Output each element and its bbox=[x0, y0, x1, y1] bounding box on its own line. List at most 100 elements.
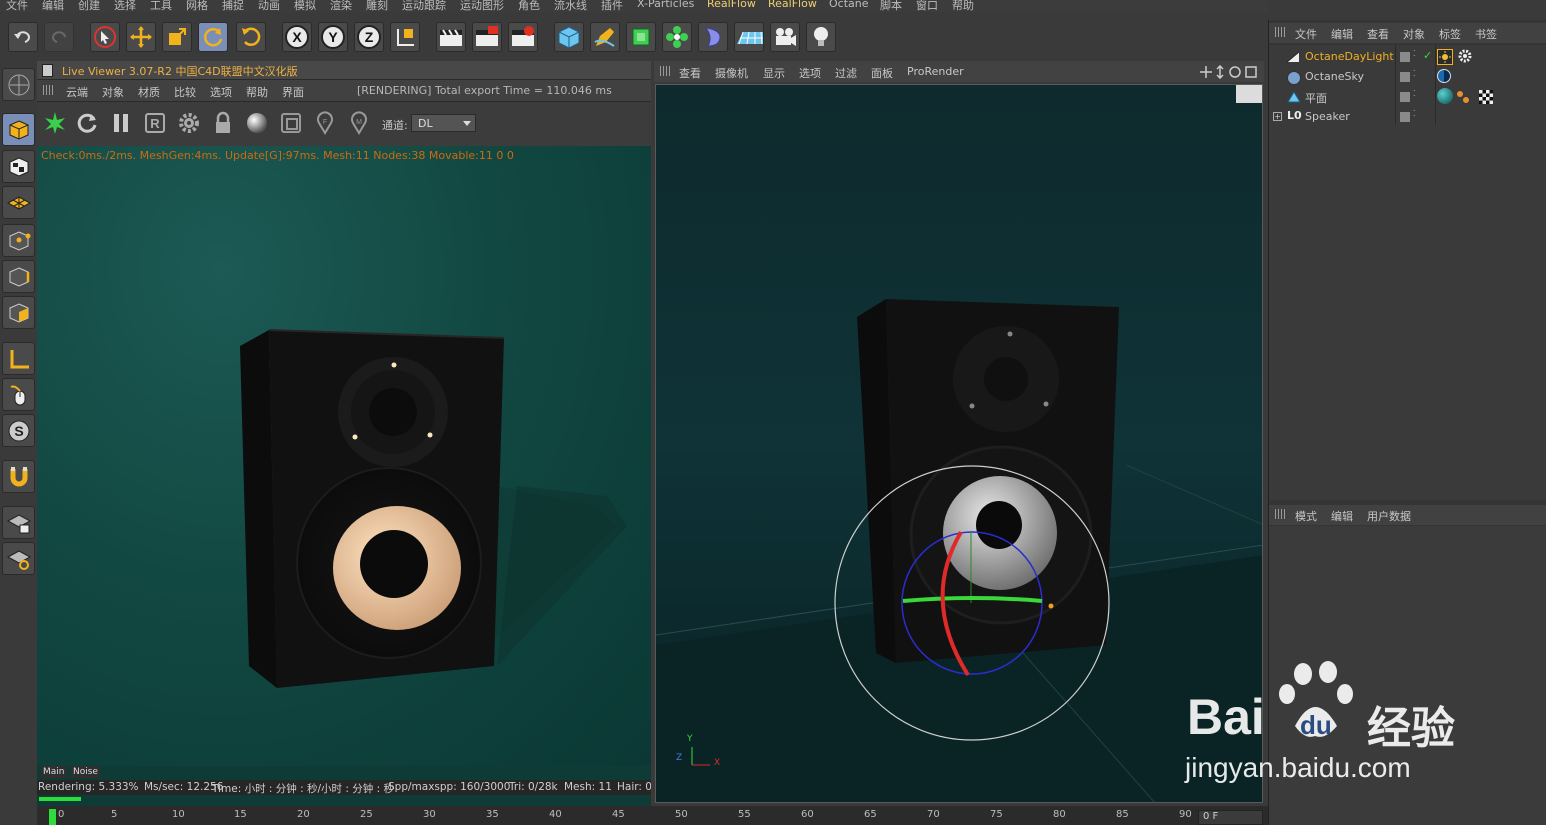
menu-pipeline[interactable]: 流水线 bbox=[554, 0, 587, 12]
lv-menu-cloud[interactable]: 云端 bbox=[66, 84, 88, 100]
grip-icon[interactable] bbox=[660, 66, 670, 76]
current-frame-field[interactable]: 0 F bbox=[1198, 810, 1263, 825]
vp-menu-filter[interactable]: 过滤 bbox=[835, 65, 857, 81]
menu-plugins[interactable]: 插件 bbox=[601, 0, 623, 12]
vp-menu-options[interactable]: 选项 bbox=[799, 65, 821, 81]
recent-tool-icon[interactable] bbox=[236, 22, 266, 52]
lock-icon[interactable] bbox=[209, 109, 237, 137]
menu-script[interactable]: 脚本 bbox=[880, 0, 902, 12]
menu-edit[interactable]: 编辑 bbox=[42, 0, 64, 12]
attr-menu-mode[interactable]: 模式 bbox=[1295, 508, 1317, 524]
edges-mode-icon[interactable] bbox=[2, 260, 35, 293]
object-row-octanedaylight[interactable]: OctaneDayLight ⁚ ✓ bbox=[1269, 47, 1546, 67]
menu-octane[interactable]: Octane bbox=[829, 0, 869, 10]
pause-render-icon[interactable] bbox=[107, 109, 135, 137]
menu-render[interactable]: 渲染 bbox=[330, 0, 352, 12]
attr-menu-userdata[interactable]: 用户数据 bbox=[1367, 508, 1411, 524]
menu-animate[interactable]: 动画 bbox=[258, 0, 280, 12]
x-axis-icon[interactable]: X bbox=[282, 22, 312, 52]
menu-x-particles[interactable]: X-Particles bbox=[637, 0, 694, 10]
playhead[interactable] bbox=[49, 809, 56, 825]
light-icon[interactable] bbox=[806, 22, 836, 52]
vp-menu-cameras[interactable]: 摄像机 bbox=[715, 65, 748, 81]
floor-icon[interactable] bbox=[734, 22, 764, 52]
render-picture-viewer-icon[interactable] bbox=[472, 22, 502, 52]
move-icon[interactable] bbox=[126, 22, 156, 52]
menu-mesh[interactable]: 网格 bbox=[186, 0, 208, 12]
menu-snap[interactable]: 捕捉 bbox=[222, 0, 244, 12]
cloner-icon[interactable] bbox=[662, 22, 692, 52]
undo-icon[interactable] bbox=[8, 22, 38, 52]
make-editable-icon[interactable] bbox=[2, 68, 35, 101]
visibility-dots-icon[interactable]: ⁚ bbox=[1413, 89, 1416, 98]
camera-icon[interactable] bbox=[770, 22, 800, 52]
render-view-icon[interactable] bbox=[436, 22, 466, 52]
checkmark-icon[interactable]: ✓ bbox=[1423, 49, 1432, 62]
channel-select[interactable]: DL bbox=[411, 114, 476, 132]
gear-tag-icon[interactable] bbox=[1458, 49, 1472, 63]
menu-motion-tracking[interactable]: 运动跟踪 bbox=[402, 0, 446, 12]
live-select-icon[interactable] bbox=[90, 22, 120, 52]
object-row-plane[interactable]: 平面 ⁚ bbox=[1269, 87, 1546, 107]
viewport-3d[interactable]: Y Z X bbox=[655, 84, 1263, 803]
menu-select[interactable]: 选择 bbox=[114, 0, 136, 12]
region-render-icon[interactable]: R bbox=[141, 109, 169, 137]
om-menu-bookmarks[interactable]: 书签 bbox=[1475, 26, 1497, 42]
layer-icon[interactable] bbox=[1400, 92, 1410, 102]
lv-menu-help[interactable]: 帮助 bbox=[246, 84, 268, 100]
attr-menu-edit[interactable]: 编辑 bbox=[1331, 508, 1353, 524]
grip-icon[interactable] bbox=[1275, 509, 1285, 519]
expand-plus-icon[interactable]: + bbox=[1273, 112, 1282, 121]
object-row-octanesky[interactable]: OctaneSky ⁚ bbox=[1269, 67, 1546, 87]
restart-render-icon[interactable] bbox=[73, 109, 101, 137]
menu-help[interactable]: 帮助 bbox=[952, 0, 974, 12]
live-viewer-render[interactable] bbox=[37, 146, 651, 766]
menu-window[interactable]: 窗口 bbox=[916, 0, 938, 12]
texture-tag-icon[interactable] bbox=[1457, 91, 1469, 103]
axis-mode-icon[interactable] bbox=[2, 342, 35, 375]
workplane-lock-icon[interactable] bbox=[2, 506, 35, 539]
rotate-icon[interactable] bbox=[198, 22, 228, 52]
focus-picker-icon[interactable]: F bbox=[311, 109, 339, 137]
lv-menu-interface[interactable]: 界面 bbox=[282, 84, 304, 100]
om-menu-file[interactable]: 文件 bbox=[1295, 26, 1317, 42]
om-menu-edit[interactable]: 编辑 bbox=[1331, 26, 1353, 42]
lv-menu-objects[interactable]: 对象 bbox=[102, 84, 124, 100]
texture-mode-icon[interactable] bbox=[2, 150, 35, 183]
menu-file[interactable]: 文件 bbox=[6, 0, 28, 12]
deformer-icon[interactable] bbox=[698, 22, 728, 52]
pen-icon[interactable] bbox=[590, 22, 620, 52]
pass-tab-noise[interactable]: Noise bbox=[71, 766, 100, 778]
visibility-dots-icon[interactable]: ⁚ bbox=[1413, 49, 1416, 58]
object-row-speaker[interactable]: + L0 Speaker ⁚ bbox=[1269, 107, 1546, 127]
sun-tag-icon[interactable] bbox=[1437, 49, 1453, 65]
render-settings-icon[interactable] bbox=[508, 22, 538, 52]
polygons-mode-icon[interactable] bbox=[2, 296, 35, 329]
vp-menu-prorender[interactable]: ProRender bbox=[907, 65, 964, 78]
scale-icon[interactable] bbox=[162, 22, 192, 52]
checker-tag-icon[interactable] bbox=[1479, 90, 1493, 104]
workplane-icon[interactable] bbox=[2, 186, 35, 219]
clay-mode-icon[interactable] bbox=[277, 109, 305, 137]
om-menu-tags[interactable]: 标签 bbox=[1439, 26, 1461, 42]
grip-icon[interactable] bbox=[43, 85, 53, 95]
menu-realflow-1[interactable]: RealFlow bbox=[707, 0, 756, 10]
menu-simulate[interactable]: 模拟 bbox=[294, 0, 316, 12]
menu-character[interactable]: 角色 bbox=[518, 0, 540, 12]
coordinate-system-icon[interactable] bbox=[390, 22, 420, 52]
vp-menu-display[interactable]: 显示 bbox=[763, 65, 785, 81]
lv-menu-materials[interactable]: 材质 bbox=[138, 84, 160, 100]
material-tag-icon[interactable] bbox=[1437, 88, 1453, 104]
material-ball-icon[interactable] bbox=[243, 109, 271, 137]
om-menu-objects[interactable]: 对象 bbox=[1403, 26, 1425, 42]
points-mode-icon[interactable] bbox=[2, 224, 35, 257]
menu-mograph[interactable]: 运动图形 bbox=[460, 0, 504, 12]
tweak-icon[interactable] bbox=[2, 378, 35, 411]
lv-menu-options[interactable]: 选项 bbox=[210, 84, 232, 100]
pass-tab-main[interactable]: Main bbox=[41, 766, 67, 778]
z-axis-icon[interactable]: Z bbox=[354, 22, 384, 52]
om-menu-view[interactable]: 查看 bbox=[1367, 26, 1389, 42]
subdivision-icon[interactable] bbox=[626, 22, 656, 52]
material-picker-icon[interactable]: M bbox=[345, 109, 373, 137]
menu-create[interactable]: 创建 bbox=[78, 0, 100, 12]
